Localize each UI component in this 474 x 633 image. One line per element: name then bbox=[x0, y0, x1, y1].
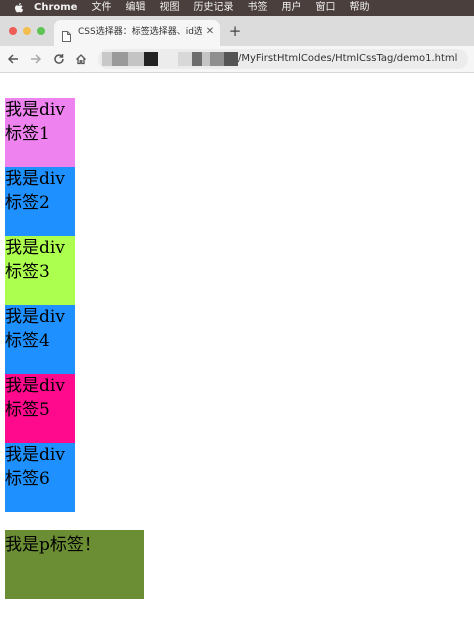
plus-icon[interactable]: + bbox=[228, 23, 242, 39]
forward-arrow-icon[interactable] bbox=[29, 51, 43, 67]
menu-edit[interactable]: 编辑 bbox=[125, 0, 145, 16]
browser-tab-active[interactable]: CSS选择器：标签选择器、id选择器 ✕ bbox=[54, 20, 220, 46]
url-text: /MyFirstHtmlCodes/HtmlCssTag/demo1.html bbox=[238, 53, 458, 64]
menu-history[interactable]: 历史记录 bbox=[193, 0, 233, 16]
page-content: 我是div标签1 我是div标签2 我是div标签3 我是div标签4 我是di… bbox=[0, 92, 474, 633]
menu-file[interactable]: 文件 bbox=[91, 0, 111, 16]
menu-window[interactable]: 窗口 bbox=[315, 0, 335, 16]
mac-menu-bar: Chrome 文件 编辑 视图 历史记录 书签 用户 窗口 帮助 bbox=[0, 0, 474, 16]
div-box-5: 我是div标签5 bbox=[5, 374, 75, 443]
redacted-url-block bbox=[202, 52, 210, 66]
back-arrow-icon[interactable] bbox=[6, 51, 20, 67]
close-icon[interactable]: ✕ bbox=[204, 25, 216, 39]
reload-icon[interactable] bbox=[52, 51, 66, 67]
menu-app-name[interactable]: Chrome bbox=[34, 0, 77, 16]
tab-strip: CSS选择器：标签选择器、id选择器 ✕ + bbox=[0, 16, 474, 46]
menu-bookmarks[interactable]: 书签 bbox=[247, 0, 267, 16]
redacted-url-block bbox=[178, 52, 192, 66]
close-window-button[interactable] bbox=[9, 27, 17, 35]
tab-title: CSS选择器：标签选择器、id选择器 bbox=[78, 27, 202, 37]
redacted-url-block bbox=[128, 52, 144, 66]
browser-toolbar: /MyFirstHtmlCodes/HtmlCssTag/demo1.html bbox=[0, 46, 474, 73]
zoom-window-button[interactable] bbox=[37, 27, 45, 35]
div-box-3: 我是div标签3 bbox=[5, 236, 75, 305]
address-bar[interactable]: /MyFirstHtmlCodes/HtmlCssTag/demo1.html bbox=[98, 49, 468, 69]
div-box-4: 我是div标签4 bbox=[5, 305, 75, 374]
div-box-6: 我是div标签6 bbox=[5, 443, 75, 512]
div-box-1: 我是div标签1 bbox=[5, 98, 75, 167]
redacted-url-block bbox=[210, 52, 224, 66]
redacted-url-block bbox=[224, 52, 238, 66]
redacted-url-block bbox=[112, 52, 128, 66]
menu-people[interactable]: 用户 bbox=[281, 0, 301, 16]
minimize-window-button[interactable] bbox=[23, 27, 31, 35]
home-icon[interactable] bbox=[74, 51, 88, 67]
menu-view[interactable]: 视图 bbox=[159, 0, 179, 16]
redacted-url-block bbox=[102, 52, 112, 66]
menu-help[interactable]: 帮助 bbox=[349, 0, 369, 16]
div-box-2: 我是div标签2 bbox=[5, 167, 75, 236]
redacted-url-block bbox=[192, 52, 202, 66]
document-icon bbox=[62, 27, 71, 42]
p-box: 我是p标签！ bbox=[5, 530, 144, 599]
apple-logo-icon[interactable] bbox=[12, 1, 26, 15]
redacted-url-block bbox=[158, 52, 178, 66]
redacted-url-block bbox=[144, 52, 158, 66]
